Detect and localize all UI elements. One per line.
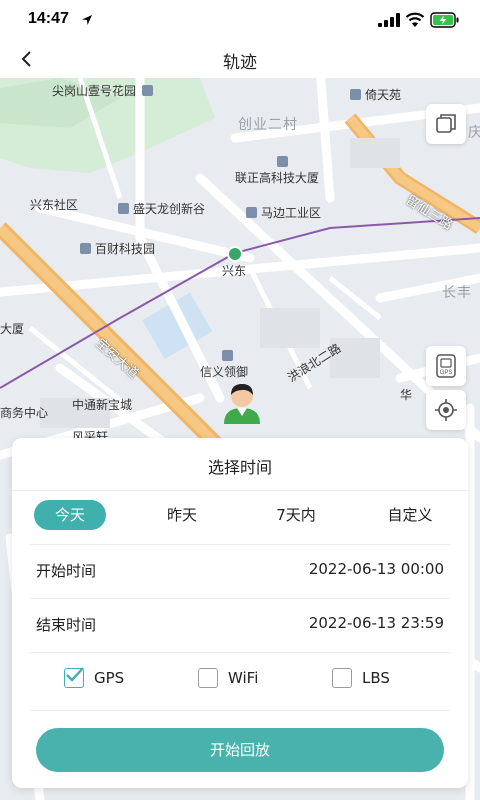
gps-option[interactable]: GPS [64,667,125,688]
start-time-label: 开始时间 [36,562,97,580]
svg-text:GPS: GPS [440,370,453,376]
checkmark-icon [66,667,84,682]
time-picker-sheet: 选择时间 今天 昨天 7天内 自定义 开始时间 2022-06-13 00:00… [12,438,468,788]
end-time-row[interactable]: 结束时间 2022-06-13 23:59 [36,614,444,638]
map-label: 华 [400,388,413,402]
tab-7-days[interactable]: 7天内 [256,500,336,530]
map-label: 庆 [468,125,480,141]
locate-crosshair-icon [435,399,457,421]
range-tabs: 今天 昨天 7天内 自定义 [12,500,468,534]
end-time-value: 2022-06-13 23:59 [308,614,444,632]
map-label: 大厦 [0,322,25,336]
poi-icon [118,203,129,214]
start-time-value: 2022-06-13 00:00 [308,560,444,578]
poi-icon [142,85,154,96]
map-label: 马边工业区 [246,204,321,221]
battery-charging-icon [430,12,459,28]
signal-icon [378,13,400,27]
layers-icon [436,114,456,133]
gps-device-button[interactable]: GPS [426,346,466,386]
divider [30,710,450,711]
gps-device-icon: GPS [436,354,456,378]
wifi-checkbox[interactable] [198,668,218,688]
poi-icon [222,350,233,361]
wifi-label: WiFi [228,669,259,687]
user-avatar-icon[interactable] [220,380,264,424]
poi-icon [80,243,91,254]
map-label: 百财科技园 [80,240,155,257]
metro-station-icon [227,246,243,262]
tab-yesterday[interactable]: 昨天 [148,500,216,530]
map-label: 兴东社区 [30,198,79,212]
poi-icon [246,207,257,218]
map-label: 长丰 [442,285,472,301]
lbs-label: LBS [362,669,390,687]
map-label: 兴东 [222,264,247,278]
map-label: 联正高科技大厦 [235,156,319,186]
sheet-title: 选择时间 [207,458,272,477]
map-label: 创业二村 [238,117,298,133]
tab-custom[interactable]: 自定义 [372,500,448,530]
tab-today[interactable]: 今天 [34,500,106,530]
map-label: 中通新宝城 [72,398,133,412]
source-options: GPS WiFi LBS [12,667,468,694]
status-bar: 14:47 [0,0,480,40]
locate-button[interactable] [426,390,466,430]
divider [30,652,450,653]
nav-bar: 轨迹 [0,40,480,78]
divider [12,490,468,491]
start-playback-button[interactable]: 开始回放 [36,728,444,772]
gps-checkbox[interactable] [64,667,84,688]
lbs-checkbox[interactable] [332,668,352,688]
map-label: 倚天苑 [350,86,401,103]
page-title: 轨迹 [223,53,257,73]
map-label: 尖岗山壹号花园 [52,82,157,99]
status-time: 14:47 [28,10,69,27]
map-label: 信义领御 [200,350,248,380]
end-time-label: 结束时间 [36,616,97,634]
poi-icon [350,89,361,100]
layers-button[interactable] [426,104,466,144]
divider [30,544,450,545]
wifi-icon [405,12,425,27]
gps-label: GPS [94,669,125,687]
map-label: 盛天龙创新谷 [118,200,205,217]
start-time-row[interactable]: 开始时间 2022-06-13 00:00 [36,560,444,584]
location-arrow-icon [82,15,92,25]
lbs-option[interactable]: LBS [332,668,390,688]
map-label: 商务中心 [0,406,49,420]
wifi-option[interactable]: WiFi [198,668,258,688]
divider [30,598,450,599]
poi-icon [277,156,288,167]
